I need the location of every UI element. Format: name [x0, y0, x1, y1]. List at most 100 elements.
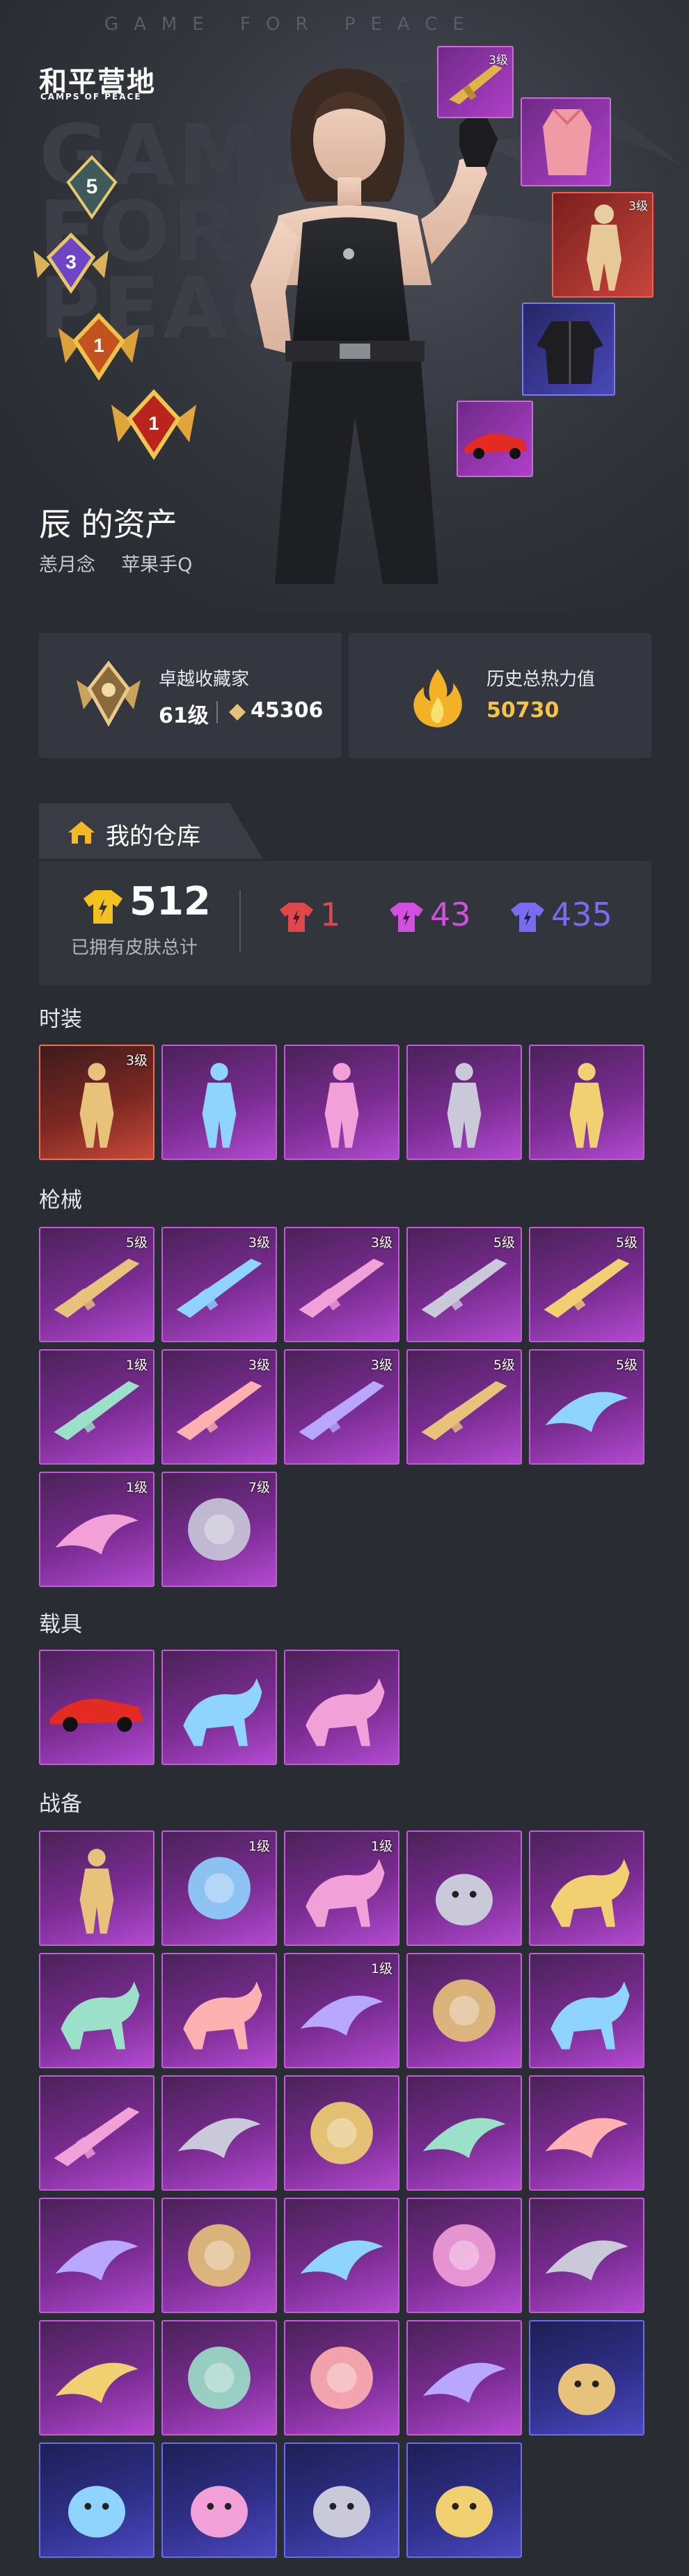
- tab-warehouse[interactable]: 我的仓库: [39, 803, 263, 859]
- weapon-item-card[interactable]: 3级: [284, 1349, 399, 1465]
- fashion-item-card[interactable]: [161, 1045, 277, 1160]
- gear-item-card[interactable]: [39, 1953, 155, 2068]
- gear-item-card[interactable]: [529, 1830, 644, 1946]
- fish-blades-icon: [551, 1859, 630, 1927]
- gear-item-card[interactable]: [529, 2320, 644, 2436]
- gold-glider-icon: [545, 2240, 628, 2281]
- featured-item-pink-outfit[interactable]: [521, 97, 611, 186]
- hero-banner: GAME FOR PEACE GAME FOR PEACE 和平营地 CAMPS…: [0, 0, 689, 612]
- gear-item-card[interactable]: [529, 1953, 644, 2068]
- gear-item-card[interactable]: [39, 2320, 155, 2436]
- weapon-item-card[interactable]: 5级: [39, 1227, 155, 1342]
- gear-item-card[interactable]: [406, 2442, 522, 2558]
- collector-level: 61级: [159, 704, 209, 728]
- armor-suit-icon: [202, 1063, 237, 1148]
- gear-item-card[interactable]: [39, 2075, 155, 2191]
- total-skins-count: 512: [129, 879, 211, 924]
- collector-trophy-icon: [77, 660, 141, 727]
- pink-glider-icon: [422, 2362, 506, 2404]
- blue-shirt-icon: [511, 903, 544, 932]
- gear-item-card[interactable]: [39, 2198, 155, 2313]
- weapon-item-card[interactable]: 1级: [39, 1349, 155, 1465]
- item-level-badge: 1级: [125, 1480, 148, 1495]
- item-level-badge: 3级: [370, 1235, 393, 1250]
- gear-item-card[interactable]: 1级: [284, 1830, 399, 1946]
- fire-bird-icon: [183, 1981, 262, 2050]
- fashion-item-card[interactable]: [406, 1045, 522, 1160]
- pearl-parachute-icon: [433, 2224, 496, 2287]
- badge-number: 1: [93, 335, 104, 356]
- gear-item-card[interactable]: [161, 1953, 277, 2068]
- weapon-item-card[interactable]: 1级: [39, 1472, 155, 1587]
- collector-stat-card[interactable]: 卓越收藏家 61级 45306: [39, 633, 342, 758]
- gear-item-card[interactable]: [284, 2442, 399, 2558]
- item-level-badge: 3级: [248, 1358, 270, 1373]
- vehicle-item-card[interactable]: [39, 1650, 155, 1765]
- gear-item-card[interactable]: [529, 2198, 644, 2313]
- jade-glider-icon: [55, 2362, 138, 2404]
- gear-item-card[interactable]: [161, 2320, 277, 2436]
- gear-item-card[interactable]: [406, 1830, 522, 1946]
- penguin-pet-icon: [436, 2486, 493, 2538]
- red-car-icon: [465, 433, 528, 459]
- heat-stat-card[interactable]: 历史总热力值 50730: [349, 633, 651, 758]
- silver-glider-icon: [300, 2240, 383, 2281]
- gear-item-card[interactable]: [284, 2198, 399, 2313]
- featured-item-rifle[interactable]: 3级: [437, 46, 514, 118]
- heat-value: 50730: [486, 698, 560, 723]
- collector-points: 45306: [251, 698, 324, 723]
- snow-cat-icon: [436, 1874, 493, 1926]
- blue-skin-count: 435: [551, 896, 612, 933]
- gear-item-card[interactable]: [406, 2075, 522, 2191]
- item-level-badge: 5级: [493, 1358, 515, 1373]
- badge-number: 5: [86, 175, 98, 198]
- gear-item-card[interactable]: [284, 2320, 399, 2436]
- gear-item-card[interactable]: [161, 2075, 277, 2191]
- weapon-item-card[interactable]: 5级: [406, 1227, 522, 1342]
- fashion-item-card[interactable]: [529, 1045, 644, 1160]
- gear-item-card[interactable]: [406, 1953, 522, 2068]
- item-level-badge: 3级: [248, 1235, 270, 1250]
- total-skins-label: 已拥有皮肤总计: [71, 937, 198, 958]
- gear-item-card[interactable]: [161, 2442, 277, 2558]
- gear-item-card[interactable]: 1级: [161, 1830, 277, 1946]
- player-character-avatar: [251, 68, 498, 584]
- white-dress-icon: [569, 1063, 604, 1148]
- vehicle-item-card[interactable]: [161, 1650, 277, 1765]
- weapon-item-card[interactable]: 5级: [529, 1227, 644, 1342]
- gear-item-card[interactable]: 1级: [284, 1953, 399, 2068]
- item-level-badge: 1级: [370, 1961, 393, 1977]
- sphere-parachute-icon: [188, 2224, 251, 2287]
- total-shirt-icon: [84, 890, 122, 924]
- weapon-item-card[interactable]: 5级: [529, 1349, 644, 1465]
- weapon-item-card[interactable]: 7级: [161, 1472, 277, 1587]
- blue-glider-icon: [422, 2118, 506, 2159]
- gear-item-card[interactable]: [529, 2075, 644, 2191]
- gear-item-card[interactable]: [406, 2320, 522, 2436]
- fashion-item-card[interactable]: 3级: [39, 1045, 155, 1160]
- tier-5-badge-icon: 5: [66, 155, 118, 220]
- snowflake-icon: [54, 2107, 140, 2166]
- gear-item-card[interactable]: [406, 2198, 522, 2313]
- featured-item-red-car[interactable]: [457, 401, 533, 477]
- red-car-icon: [49, 1698, 144, 1732]
- weapon-item-card[interactable]: 3级: [161, 1349, 277, 1465]
- fashion-item-card[interactable]: [284, 1045, 399, 1160]
- gear-item-card[interactable]: [161, 2198, 277, 2313]
- weapon-item-card[interactable]: 3级: [284, 1227, 399, 1342]
- featured-item-jacket[interactable]: [522, 303, 615, 396]
- section-title-fashion: 时装: [39, 1007, 82, 1032]
- shell-parachute-icon: [310, 2346, 373, 2409]
- item-level-badge: 1级: [370, 1839, 393, 1854]
- tier-1-badge-icon: 1: [58, 312, 139, 381]
- gear-item-card[interactable]: [39, 2442, 155, 2558]
- weapon-item-card[interactable]: 5级: [406, 1349, 522, 1465]
- gear-item-card[interactable]: [284, 2075, 399, 2191]
- golden-horse-icon: [306, 1678, 385, 1746]
- weapon-item-card[interactable]: 3级: [161, 1227, 277, 1342]
- gear-item-card[interactable]: [39, 1830, 155, 1946]
- ghost-dress-icon: [79, 1849, 114, 1934]
- featured-item-gold-outfit[interactable]: 3级: [552, 192, 654, 298]
- item-level-badge: 5级: [615, 1235, 637, 1250]
- vehicle-item-card[interactable]: [284, 1650, 399, 1765]
